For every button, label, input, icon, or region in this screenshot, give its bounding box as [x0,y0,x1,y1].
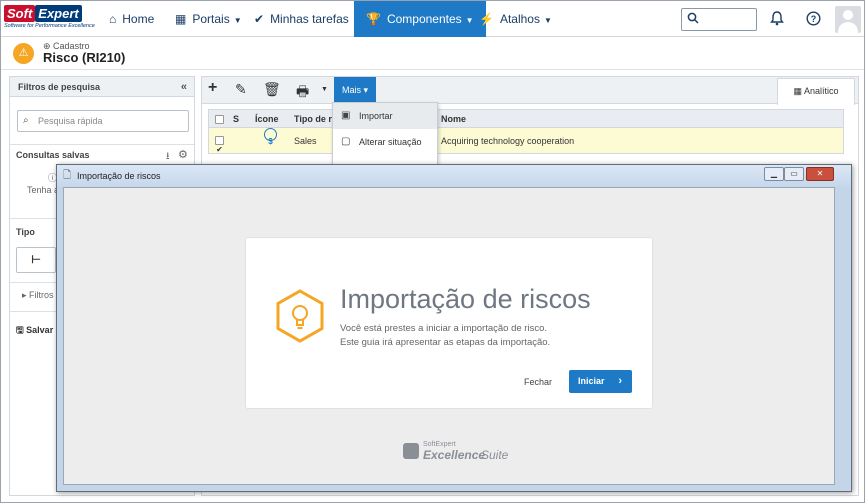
delete-icon[interactable]: 🗑 [263,81,281,98]
chevron-down-icon: ▼ [465,16,474,25]
chevron-down-icon: ▼ [543,16,552,25]
lightbulb-icon [272,288,328,344]
tab-analitico[interactable]: ▦ Analítico [777,78,855,105]
page-title: Risco (RI210) [43,50,126,65]
wizard-line-2: Este guia irá apresentar as etapas da im… [340,337,551,348]
row-nome: Acquiring technology cooperation [441,136,575,146]
row-checkbox[interactable]: ✔ [215,136,224,154]
document-icon: ▢ [341,136,351,147]
filters-panel-title: Filtros de pesquisa [18,82,101,92]
brand-suite: Suite [481,448,509,462]
nav-home-label: Home [122,12,155,26]
window-title: Importação de riscos [77,171,161,181]
maximize-button[interactable]: ▭ [784,167,804,181]
nav-home[interactable]: ⌂ Home [109,1,154,37]
wizard-heading: Importação de riscos [340,284,591,314]
import-icon: ▣ [341,110,351,121]
home-icon: ⌂ [109,12,117,26]
risk-grid: S Ícone Tipo de ris Nome ✔ $ Sales Acqui… [208,109,844,154]
column-icone[interactable]: Ícone [255,110,279,129]
gear-icon[interactable]: ⚙ [178,148,188,161]
nav-portais-label: Portais [192,12,230,26]
bell-icon[interactable] [770,11,784,29]
nav-minhas-tarefas-label: Minhas tarefas [270,12,349,26]
menu-item-alterar-situacao[interactable]: ▢ Alterar situação [333,129,437,155]
menu-item-importar-label: Importar [359,111,393,121]
nav-componentes-label: Componentes [386,12,462,26]
document-icon: 🗋 [63,170,72,181]
brand-top: SoftExpert [423,441,456,448]
close-window-button[interactable]: ✕ [806,167,834,181]
nav-portais[interactable]: ▦ Portais ▼ [175,1,242,37]
saved-queries-label: Consultas salvas [16,150,90,160]
filters-panel-header: Filtros de pesquisa « [10,77,194,97]
add-icon[interactable]: + [208,79,217,97]
filters-toggle[interactable]: ▸ Filtros [22,290,54,301]
import-risks-window: 🗋 Importação de riscos ▁ ▭ ✕ Importação … [56,164,852,492]
mais-label: Mais [341,85,361,95]
app-window: Soft Expert Software for Performance Exce… [0,0,865,503]
avatar[interactable] [835,6,861,33]
quick-search-placeholder: Pesquisa rápida [38,116,103,126]
logo-part2: Expert [35,5,82,22]
window-titlebar[interactable]: 🗋 Importação de riscos ▁ ▭ ✕ [57,165,851,187]
trophy-icon: 🏆 [366,12,381,26]
divider [10,144,194,145]
nav-atalhos[interactable]: ⚡ Atalhos ▼ [479,1,552,37]
chevron-right-icon: › [618,375,622,387]
select-all-checkbox[interactable] [215,115,224,124]
wizard-body: Importação de riscos Você está prestes a… [63,187,835,485]
wizard-line-1: Você está prestes a iniciar a importação… [340,323,547,334]
svg-text:?: ? [811,14,817,24]
filters-toggle-label: Filtros [29,290,54,300]
global-search-input[interactable] [681,8,757,31]
iniciar-button[interactable]: Iniciar › [569,370,632,393]
shield-icon [403,443,419,459]
grid-header: S Ícone Tipo de ris Nome [208,109,844,128]
tree-view-button[interactable]: ⊢ [16,247,56,273]
table-row[interactable]: ✔ $ Sales Acquiring technology cooperati… [208,128,844,154]
column-nome[interactable]: Nome [441,110,466,129]
nav-minhas-tarefas[interactable]: ✔Minhas tarefas▼ [254,1,361,37]
saved-queries-hint: Tenha a [27,185,60,195]
row-tipo: Sales [294,136,317,146]
print-icon[interactable]: 🖶 [296,81,309,105]
warning-icon: ⚠ [13,43,34,64]
nav-atalhos-label: Atalhos [499,12,540,26]
chevron-down-icon: ▼ [233,16,242,25]
grid-icon: ▦ [175,12,187,26]
search-icon [687,12,699,27]
dollar-symbol: $ [264,128,277,146]
chevron-down-icon[interactable]: ▼ [321,86,328,93]
minimize-button[interactable]: ▁ [764,167,784,181]
analitico-label: Analítico [803,86,839,96]
softexpert-logo[interactable]: Soft Expert Software for Performance Exce… [4,5,96,33]
iniciar-label: Iniciar [578,376,605,386]
mais-menu-button[interactable]: Mais ▾ [334,77,376,104]
wizard-card: Importação de riscos Você está prestes a… [245,237,653,409]
top-navigation: Soft Expert Software for Performance Exce… [1,1,864,37]
save-button[interactable]: 🖫 Salvar [16,323,53,339]
save-button-label: Salvar [26,325,54,335]
logo-part1: Soft [4,5,36,22]
help-icon[interactable]: ? [806,11,821,29]
menu-item-importar[interactable]: ▣ Importar [333,103,437,129]
brand-excellence: Excellence [423,448,486,462]
search-icon: ⌕ [23,115,29,126]
collapse-icon[interactable]: « [181,77,187,97]
fechar-button[interactable]: Fechar [524,377,552,387]
nav-componentes[interactable]: 🏆 Componentes ▼ [354,1,486,37]
check-icon: ✔ [254,12,265,26]
menu-item-alterar-label: Alterar situação [359,137,422,147]
column-s[interactable]: S [233,110,239,129]
edit-icon[interactable]: ✎ [235,81,247,98]
page-header: ⚠ ⊕ Cadastro Risco (RI210) [1,38,864,70]
tipo-label: Tipo [16,227,35,237]
mais-dropdown-menu: ▣ Importar ▢ Alterar situação [332,102,438,166]
bolt-icon: ⚡ [479,12,494,26]
quick-search-input[interactable]: ⌕ Pesquisa rápida [17,110,189,132]
toolbar: + ✎ 🗑 🖶 ▼ Mais ▾ ▦ Analítico [202,77,858,105]
logo-tagline: Software for Performance Excellence [4,23,95,29]
